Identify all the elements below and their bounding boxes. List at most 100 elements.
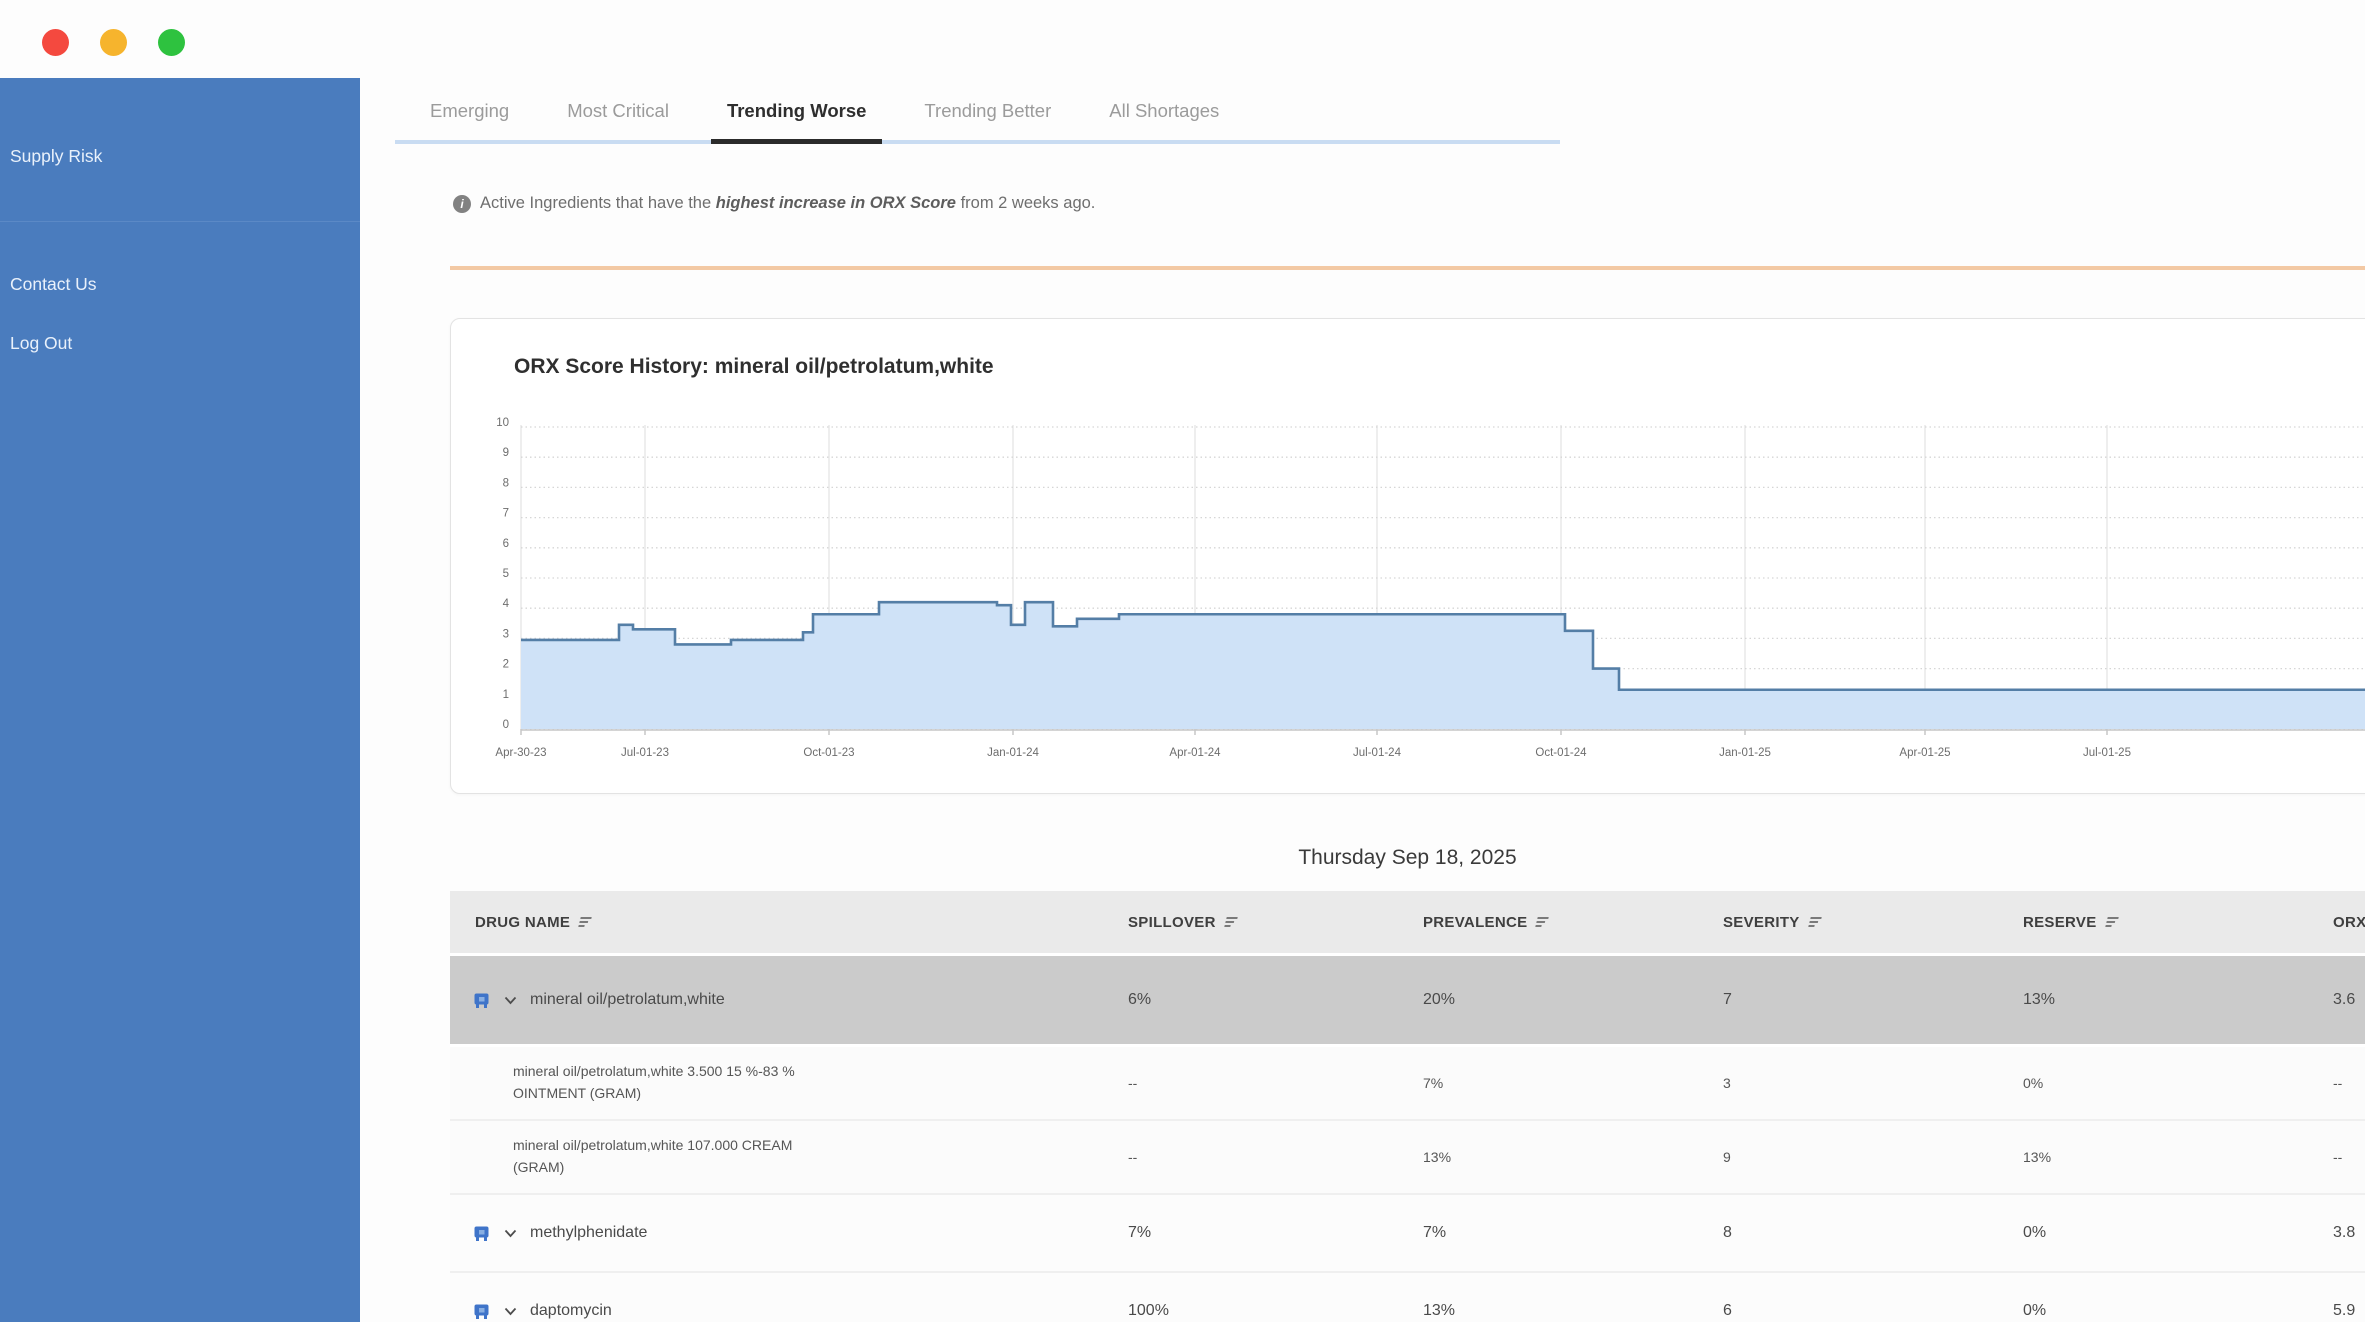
table-subrow: mineral oil/petrolatum,white 3.500 15 %-…: [450, 1046, 2365, 1121]
cell-reserve: 0%: [2017, 1194, 2327, 1272]
tab-bar: Emerging Most Critical Trending Worse Tr…: [395, 84, 1560, 144]
drug-name: mineral oil/petrolatum,white 107.000 CRE…: [456, 1135, 845, 1178]
cell-severity: 8: [1717, 1194, 2017, 1272]
svg-text:2: 2: [503, 659, 509, 671]
zoom-button[interactable]: [158, 29, 185, 56]
svg-text:8: 8: [503, 477, 509, 489]
cell-reserve: 13%: [2017, 955, 2327, 1046]
app-window: Supply Risk Contact Us Log Out Emerging …: [0, 0, 2365, 1322]
drug-name: mineral oil/petrolatum,white: [530, 991, 725, 1009]
cell-reserve: 0%: [2017, 1046, 2327, 1121]
svg-text:3: 3: [503, 628, 509, 640]
cell-severity: 7: [1717, 955, 2017, 1046]
tab-all-shortages[interactable]: All Shortages: [1109, 100, 1219, 122]
svg-text:Apr-01-24: Apr-01-24: [1169, 747, 1221, 759]
tab-trending-better[interactable]: Trending Better: [924, 100, 1051, 122]
cell-orx: --: [2327, 1046, 2365, 1121]
close-button[interactable]: [42, 29, 69, 56]
cell-severity: 9: [1717, 1120, 2017, 1194]
svg-text:Jul-01-25: Jul-01-25: [2083, 747, 2131, 759]
chevron-down-icon[interactable]: [504, 1307, 517, 1316]
info-banner: i Active Ingredients that have the highe…: [453, 194, 1095, 213]
sort-icon: [1534, 916, 1549, 928]
svg-text:Jan-01-25: Jan-01-25: [1719, 747, 1771, 759]
table-row[interactable]: methylphenidate 7% 7% 8 0% 3.8: [450, 1194, 2365, 1272]
main-content: Emerging Most Critical Trending Worse Tr…: [360, 78, 2365, 1322]
cell-spillover: 6%: [1122, 955, 1417, 1046]
cell-prevalence: 20%: [1417, 955, 1717, 1046]
window-titlebar: [0, 0, 2365, 79]
shortage-table: DRUG NAME SPILLOVER PREVALENCE SEVERITY …: [450, 891, 2365, 1322]
tab-most-critical[interactable]: Most Critical: [567, 100, 669, 122]
cell-orx: 3.8: [2327, 1194, 2365, 1272]
svg-text:7: 7: [503, 508, 509, 520]
svg-text:Oct-01-23: Oct-01-23: [803, 747, 854, 759]
pin-icon[interactable]: [472, 1302, 491, 1320]
info-text: Active Ingredients that have the highest…: [480, 194, 1095, 213]
cell-prevalence: 7%: [1417, 1046, 1717, 1121]
sidebar-item-log-out[interactable]: Log Out: [0, 327, 360, 360]
svg-text:1: 1: [503, 689, 509, 701]
svg-text:6: 6: [503, 538, 509, 550]
header-reserve[interactable]: RESERVE: [2017, 891, 2327, 955]
cell-spillover: 100%: [1122, 1272, 1417, 1322]
orx-history-card: ORX Score History: mineral oil/petrolatu…: [450, 318, 2365, 794]
cell-prevalence: 13%: [1417, 1272, 1717, 1322]
table-header-row: DRUG NAME SPILLOVER PREVALENCE SEVERITY …: [450, 891, 2365, 955]
sort-icon: [1807, 916, 1822, 928]
cell-prevalence: 7%: [1417, 1194, 1717, 1272]
table-row[interactable]: mineral oil/petrolatum,white 6% 20% 7 13…: [450, 955, 2365, 1046]
cell-spillover: --: [1122, 1120, 1417, 1194]
drug-name: mineral oil/petrolatum,white 3.500 15 %-…: [456, 1061, 845, 1104]
drug-name: daptomycin: [530, 1302, 612, 1320]
header-orx[interactable]: ORX: [2327, 891, 2365, 955]
sidebar-divider: [0, 221, 360, 222]
svg-text:10: 10: [496, 417, 509, 429]
header-drug-name[interactable]: DRUG NAME: [450, 891, 1122, 955]
table-subrow: mineral oil/petrolatum,white 107.000 CRE…: [450, 1120, 2365, 1194]
table-date-heading: Thursday Sep 18, 2025: [450, 846, 2365, 870]
cell-orx: 5.9: [2327, 1272, 2365, 1322]
sidebar-item-supply-risk[interactable]: Supply Risk: [0, 140, 360, 173]
svg-text:0: 0: [503, 719, 509, 731]
minimize-button[interactable]: [100, 29, 127, 56]
header-severity[interactable]: SEVERITY: [1717, 891, 2017, 955]
svg-text:Jul-01-24: Jul-01-24: [1353, 747, 1402, 759]
sort-icon: [1223, 916, 1238, 928]
chart-title: ORX Score History: mineral oil/petrolatu…: [514, 355, 994, 379]
section-divider: [450, 266, 2365, 270]
cell-reserve: 13%: [2017, 1120, 2327, 1194]
sidebar-item-contact-us[interactable]: Contact Us: [0, 268, 360, 301]
cell-orx: --: [2327, 1120, 2365, 1194]
drug-name: methylphenidate: [530, 1224, 647, 1242]
cell-spillover: --: [1122, 1046, 1417, 1121]
cell-prevalence: 13%: [1417, 1120, 1717, 1194]
svg-text:Apr-30-23: Apr-30-23: [495, 747, 546, 759]
sidebar: Supply Risk Contact Us Log Out: [0, 78, 360, 1322]
pin-icon[interactable]: [472, 991, 491, 1009]
svg-text:Oct-01-24: Oct-01-24: [1535, 747, 1587, 759]
cell-orx: 3.6: [2327, 955, 2365, 1046]
header-spillover[interactable]: SPILLOVER: [1122, 891, 1417, 955]
header-prevalence[interactable]: PREVALENCE: [1417, 891, 1717, 955]
cell-spillover: 7%: [1122, 1194, 1417, 1272]
svg-text:5: 5: [503, 568, 509, 580]
svg-text:Jul-01-23: Jul-01-23: [621, 747, 669, 759]
svg-text:4: 4: [503, 598, 510, 610]
orx-score-area-chart: Apr-30-23 Jul-01-23 Oct-01-23 Jan-01-24 Apr-…: [451, 399, 2365, 779]
info-icon[interactable]: i: [453, 195, 471, 213]
tab-emerging[interactable]: Emerging: [430, 100, 509, 122]
svg-text:Jan-01-24: Jan-01-24: [987, 747, 1039, 759]
pin-icon[interactable]: [472, 1224, 491, 1242]
cell-severity: 3: [1717, 1046, 2017, 1121]
chevron-down-icon[interactable]: [504, 996, 517, 1005]
chevron-down-icon[interactable]: [504, 1229, 517, 1238]
cell-reserve: 0%: [2017, 1272, 2327, 1322]
table-row[interactable]: daptomycin 100% 13% 6 0% 5.9: [450, 1272, 2365, 1322]
svg-text:Apr-01-25: Apr-01-25: [1899, 747, 1950, 759]
sort-icon: [2104, 916, 2119, 928]
sort-icon: [577, 916, 592, 928]
tab-trending-worse[interactable]: Trending Worse: [727, 100, 866, 122]
svg-text:9: 9: [503, 447, 509, 459]
cell-severity: 6: [1717, 1272, 2017, 1322]
